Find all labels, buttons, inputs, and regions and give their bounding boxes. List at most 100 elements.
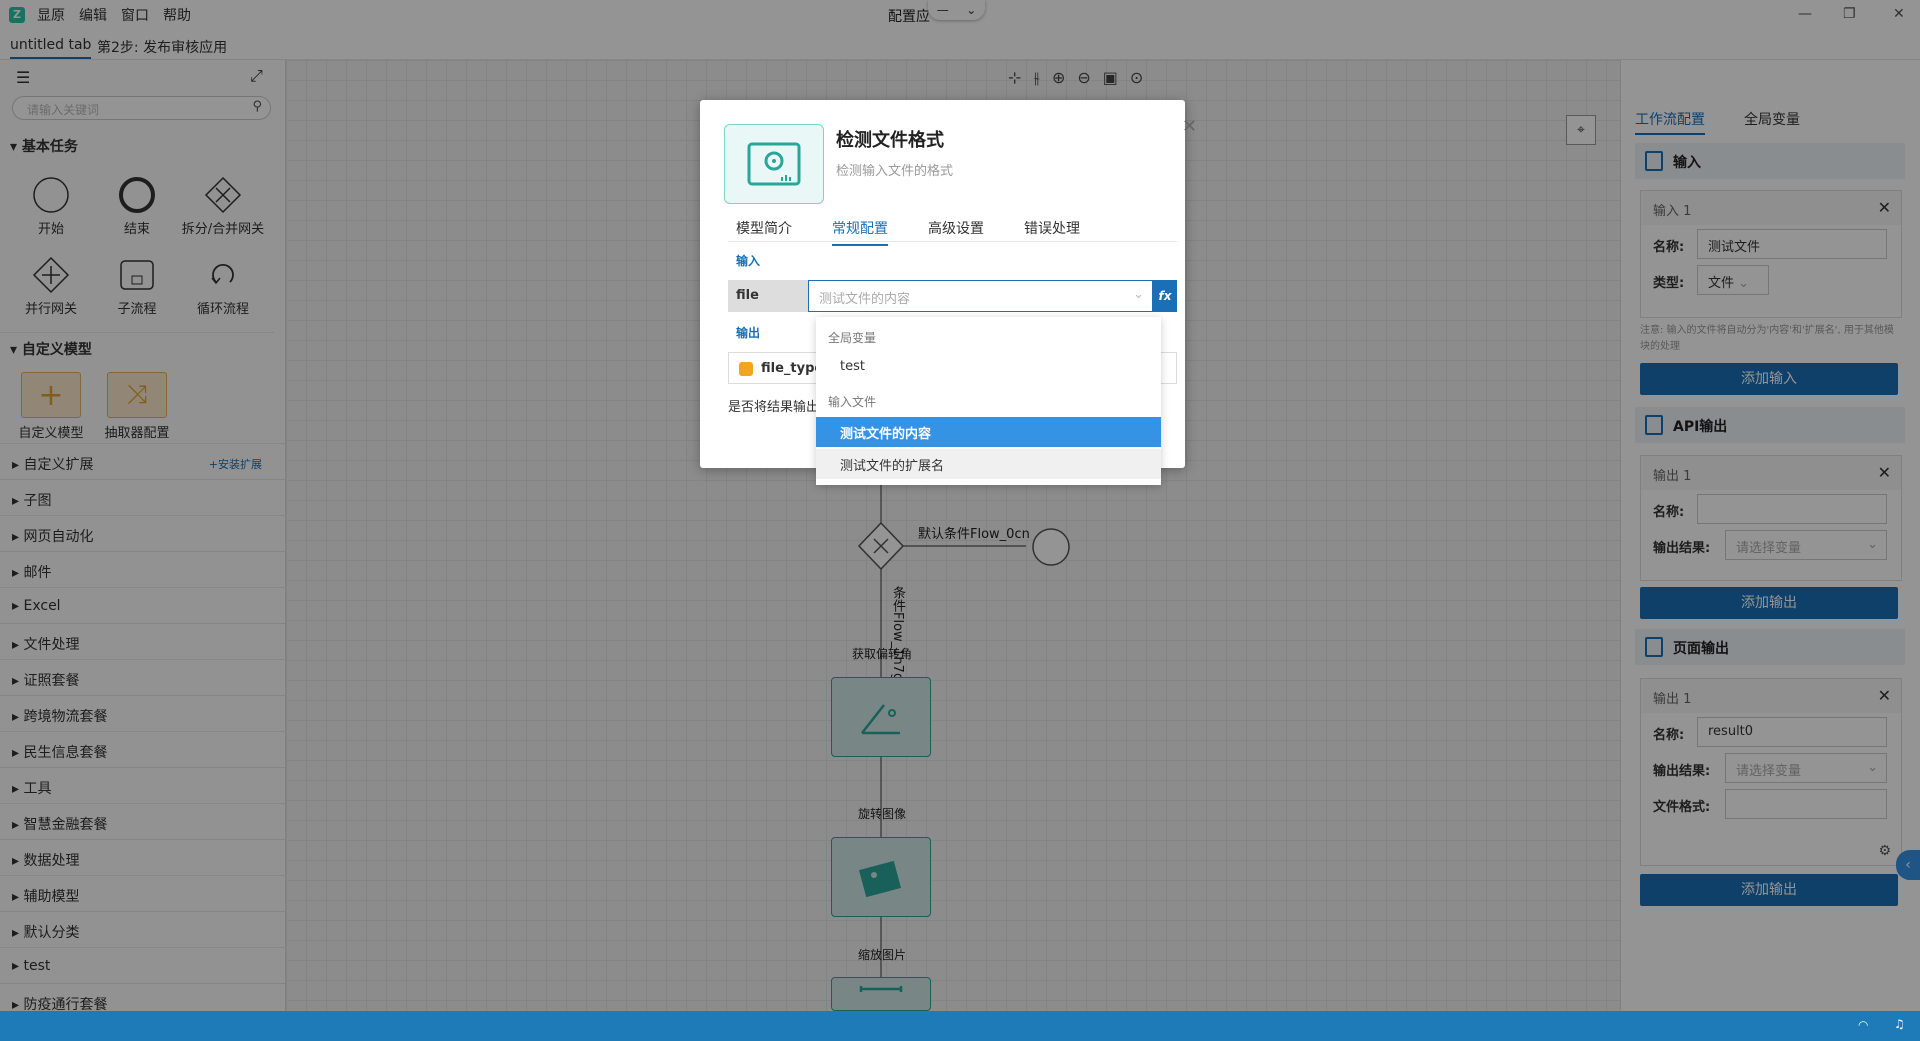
- node-start[interactable]: 开始: [8, 176, 94, 237]
- node-subprocess-label: 子流程: [117, 302, 157, 317]
- category-item[interactable]: ▸ Excel: [0, 587, 285, 623]
- category-item[interactable]: ▸ 数据处理: [0, 839, 285, 875]
- menu-window[interactable]: 窗口: [121, 5, 149, 25]
- close-icon[interactable]: ✕: [1878, 463, 1891, 482]
- node-extractor[interactable]: ⤨ 抽取器配置: [94, 372, 180, 441]
- tab-workflow-config[interactable]: 工作流配置: [1635, 109, 1705, 135]
- chevron-down-icon: ⌄: [1867, 760, 1878, 775]
- file-icon: [1645, 151, 1663, 171]
- category-label: 民生信息套餐: [23, 745, 108, 761]
- category-item[interactable]: ▸ 民生信息套餐: [0, 731, 285, 767]
- expand-icon[interactable]: ⤢: [250, 66, 263, 86]
- input-section-label: 输入: [736, 254, 761, 268]
- category-item[interactable]: ▸ 工具: [0, 767, 285, 803]
- category-item[interactable]: ▸ 智慧金融套餐: [0, 803, 285, 839]
- tab-bar: untitled tab 第2步: 发布审核应用: [0, 30, 1920, 60]
- input-type-select[interactable]: 文件 ⌄: [1697, 265, 1769, 295]
- circle-start-icon: [32, 176, 70, 214]
- close-window-icon[interactable]: ✕: [1893, 6, 1905, 22]
- search-icon[interactable]: ⚲: [252, 99, 262, 114]
- category-item[interactable]: ▸ 辅助模型: [0, 875, 285, 911]
- gear-icon[interactable]: ⚙: [1878, 843, 1891, 859]
- api-name-row: 名称:: [1641, 490, 1901, 526]
- dropdown-option-content[interactable]: 测试文件的内容: [816, 417, 1161, 447]
- category-label: 跨境物流套餐: [23, 709, 108, 725]
- tab-global-vars[interactable]: 全局变量: [1744, 109, 1800, 129]
- category-item[interactable]: ▸ test: [0, 947, 285, 983]
- add-input-button[interactable]: 添加输入: [1640, 363, 1898, 395]
- node-parallel-gateway[interactable]: 并行网关: [8, 256, 94, 317]
- tab-error-handling[interactable]: 错误处理: [1024, 218, 1080, 238]
- minimize-pill-icon[interactable]: —: [937, 3, 949, 17]
- api-card-title: 输出 1: [1653, 469, 1692, 484]
- api-name-field[interactable]: [1697, 494, 1887, 524]
- output-section-label: 输出: [736, 326, 761, 340]
- category-label: Excel: [23, 598, 61, 614]
- collapse-menu-icon[interactable]: ☰: [16, 68, 30, 87]
- category-item[interactable]: ▸ 文件处理: [0, 623, 285, 659]
- category-label: 智慧金融套餐: [23, 817, 108, 833]
- section-input: 输入: [1635, 143, 1905, 179]
- restore-icon[interactable]: ❐: [1843, 6, 1856, 22]
- add-output-button-2[interactable]: 添加输出: [1640, 874, 1898, 906]
- menu-edit[interactable]: 编辑: [79, 5, 107, 25]
- category-item[interactable]: ▸ 跨境物流套餐: [0, 695, 285, 731]
- menu-help[interactable]: 帮助: [163, 5, 191, 25]
- dropdown-option-test[interactable]: test: [816, 353, 1161, 383]
- tab-step2[interactable]: 第2步: 发布审核应用: [97, 37, 227, 57]
- task-scale-image[interactable]: [831, 977, 931, 1011]
- bell-icon[interactable]: ♫: [1894, 1017, 1905, 1031]
- collapse-panel-icon[interactable]: ‹: [1896, 850, 1920, 880]
- node-start-label: 开始: [37, 222, 64, 237]
- search-input[interactable]: 请输入关键词 ⚲: [12, 96, 271, 120]
- task-get-angle[interactable]: [831, 677, 931, 757]
- page-card-header: 输出 1 ✕: [1641, 679, 1901, 713]
- menu-file[interactable]: 显原: [37, 5, 65, 25]
- minimize-icon[interactable]: —: [1798, 6, 1812, 22]
- category-item[interactable]: ▸ 默认分类: [0, 911, 285, 947]
- input-type-row: 类型: 文件 ⌄: [1641, 261, 1901, 297]
- flow-label-scale: 缩放图片: [858, 948, 907, 962]
- close-icon[interactable]: ✕: [1182, 116, 1197, 137]
- chevron-down-icon[interactable]: ⌄: [966, 3, 976, 17]
- category-item[interactable]: ▸ 子图: [0, 479, 285, 515]
- category-item[interactable]: ▸ 证照套餐: [0, 659, 285, 695]
- install-extension-link[interactable]: +安装扩展: [209, 456, 262, 472]
- section-basic-tasks[interactable]: ▾ 基本任务: [10, 136, 78, 156]
- dropdown-option-extension[interactable]: 测试文件的扩展名: [816, 449, 1161, 479]
- category-label: 网页自动化: [23, 529, 94, 545]
- node-loop[interactable]: 循环流程: [180, 256, 266, 317]
- api-result-select[interactable]: 请选择变量 ⌄: [1725, 530, 1887, 560]
- category-item[interactable]: ▸ 网页自动化: [0, 515, 285, 551]
- flow-label-condition: 条件Flow_1h7g: [890, 586, 905, 682]
- input-card: 输入 1 ✕ 名称: 测试文件 类型: 文件 ⌄: [1640, 190, 1902, 318]
- close-icon[interactable]: ✕: [1878, 686, 1891, 705]
- add-output-button[interactable]: 添加输出: [1640, 587, 1898, 619]
- chevron-down-icon: ⌄: [1738, 276, 1750, 291]
- category-item[interactable]: ▸ 防疫通行套餐: [0, 983, 285, 1011]
- node-parallel-label: 并行网关: [24, 302, 77, 317]
- task-rotate-image[interactable]: [831, 837, 931, 917]
- file-format-field[interactable]: [1725, 789, 1887, 819]
- tab-advanced[interactable]: 高级设置: [928, 218, 984, 238]
- input-name-field[interactable]: 测试文件: [1697, 229, 1887, 259]
- page-result-select[interactable]: 请选择变量 ⌄: [1725, 753, 1887, 783]
- node-custom-model[interactable]: + 自定义模型: [8, 372, 94, 441]
- tab-untitled[interactable]: untitled tab: [10, 37, 92, 59]
- tab-model-intro[interactable]: 模型简介: [736, 218, 792, 238]
- section-custom-models[interactable]: ▾ 自定义模型: [0, 332, 274, 359]
- formula-button[interactable]: fx: [1153, 280, 1177, 312]
- node-exclusive-gateway[interactable]: 拆分/合并网关: [180, 176, 266, 237]
- angle-icon: [861, 704, 900, 735]
- page-name-field[interactable]: result0: [1697, 717, 1887, 747]
- category-label: test: [23, 958, 51, 974]
- title-pill[interactable]: — ⌄: [928, 0, 985, 20]
- node-subprocess[interactable]: 子流程: [94, 256, 180, 317]
- section-input-label: 输入: [1673, 155, 1701, 171]
- category-item[interactable]: ▸ 邮件: [0, 551, 285, 587]
- node-end[interactable]: 结束: [94, 176, 180, 237]
- close-icon[interactable]: ✕: [1878, 198, 1891, 217]
- flow-label-rotate: 旋转图像: [858, 807, 907, 821]
- file-value-select[interactable]: 测试文件的内容 ⌄: [808, 280, 1153, 312]
- category-custom-ext[interactable]: ▸ 自定义扩展 +安装扩展: [0, 443, 285, 479]
